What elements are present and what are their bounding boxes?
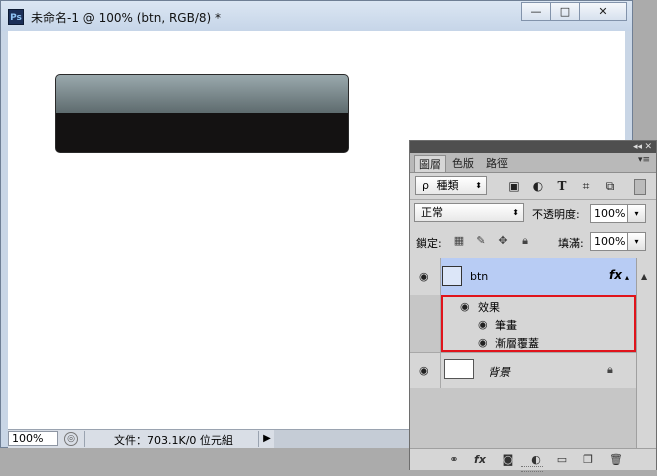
scroll-up-icon[interactable]: ▲ — [641, 272, 647, 281]
link-icon[interactable]: ⚭ — [446, 452, 462, 468]
eye-icon[interactable]: ◉ — [460, 301, 473, 312]
panel-tabs: 圖層 色版 路徑 ▾≡ — [410, 153, 656, 173]
layer-row-background[interactable]: ◉ 背景 🔒︎ — [410, 352, 636, 388]
layers-panel: ◂◂ ✕ 圖層 色版 路徑 ▾≡ ρ 種類 ⬍ ▣ ◐ T ⌗ ⧉ 正常 ⬍ 不… — [409, 140, 657, 472]
maximize-icon: □ — [559, 5, 571, 18]
fill-value: 100% — [594, 235, 626, 248]
chevron-updown-icon: ⬍ — [512, 208, 519, 217]
minimize-button[interactable]: — — [521, 2, 551, 21]
lock-all-icon[interactable]: 🔒︎ — [518, 234, 532, 248]
eye-icon[interactable]: ◉ — [419, 365, 432, 376]
new-layer-icon[interactable]: ❐ — [580, 452, 596, 468]
lock-label: 鎖定: — [416, 237, 442, 250]
photoshop-logo-icon: Ps — [8, 9, 24, 25]
lock-position-icon[interactable]: ✥ — [496, 234, 510, 248]
layers-list: ◉ btn fx ▴ ◉ 效果 ◉ 筆畫 ◉ 漸層覆蓋 ◉ 背景 🔒︎ — [410, 258, 636, 448]
filter-kind-value: 種類 — [436, 179, 459, 192]
opacity-label: 不透明度: — [532, 208, 580, 221]
layer-name-btn[interactable]: btn — [470, 270, 488, 283]
layer-effects-group: ◉ 效果 ◉ 筆畫 ◉ 漸層覆蓋 — [410, 295, 636, 352]
maximize-button[interactable]: □ — [550, 2, 580, 21]
minimize-icon: — — [530, 5, 542, 18]
button-shape-top — [56, 75, 348, 113]
type-filter-icon[interactable]: T — [554, 178, 570, 194]
chevron-updown-icon: ⬍ — [475, 181, 482, 190]
opacity-value: 100% — [594, 207, 626, 220]
resize-grip[interactable] — [521, 466, 543, 472]
close-panel-icon[interactable]: ✕ — [644, 141, 652, 153]
layer-name-background[interactable]: 背景 — [488, 364, 510, 380]
shape-layer-thumbnail-icon — [442, 266, 462, 286]
document-title: 未命名-1 @ 100% (btn, RGB/8) * — [31, 11, 221, 25]
panel-title-bar[interactable]: ◂◂ ✕ — [410, 141, 656, 153]
layers-scrollbar[interactable]: ▲ — [636, 258, 656, 448]
background-layer-thumbnail — [444, 359, 474, 379]
opacity-dropdown-icon[interactable]: ▾ — [627, 205, 645, 222]
layer-row-btn[interactable]: ◉ btn fx ▴ — [410, 258, 636, 295]
button-shape-graphic — [55, 74, 349, 153]
zoom-level-field[interactable]: 100% — [8, 431, 58, 446]
button-shape-bottom — [56, 113, 348, 152]
blend-mode-select[interactable]: 正常 ⬍ — [414, 203, 524, 222]
fill-input[interactable]: 100% ▾ — [590, 232, 646, 251]
document-titlebar[interactable]: Ps 未命名-1 @ 100% (btn, RGB/8) * — □ ✕ — [1, 1, 632, 31]
eye-icon[interactable]: ◉ — [478, 319, 491, 330]
collapse-panel-icon[interactable]: ◂◂ — [633, 141, 642, 153]
layer-effects-icon[interactable]: fx — [609, 268, 622, 282]
lock-icon: 🔒︎ — [607, 363, 613, 376]
lock-transparent-pixels-icon[interactable]: ▦ — [452, 234, 466, 248]
fill-dropdown-icon[interactable]: ▾ — [627, 233, 645, 250]
document-size-info: 文件：703.1K/0 位元組 — [114, 434, 233, 447]
search-icon: ρ — [422, 179, 429, 192]
image-filter-icon[interactable]: ▣ — [506, 178, 522, 194]
blend-mode-value: 正常 — [421, 206, 443, 219]
effects-header[interactable]: 效果 — [478, 299, 500, 315]
tab-layers[interactable]: 圖層 — [414, 155, 446, 172]
layer-filter-select[interactable]: ρ 種類 ⬍ — [415, 176, 487, 195]
effect-gradient-overlay[interactable]: 漸層覆蓋 — [495, 335, 539, 351]
effect-stroke[interactable]: 筆畫 — [495, 317, 517, 333]
tab-paths[interactable]: 路徑 — [482, 155, 512, 172]
opacity-input[interactable]: 100% ▾ — [590, 204, 646, 223]
expand-effects-icon[interactable]: ▴ — [625, 273, 629, 282]
tab-channels[interactable]: 色版 — [448, 155, 478, 172]
eye-icon[interactable]: ◉ — [478, 337, 491, 348]
lock-image-pixels-icon[interactable]: ✎ — [474, 234, 488, 248]
folder-icon[interactable]: ▭ — [554, 452, 570, 468]
trash-icon[interactable]: 🗑︎ — [608, 452, 624, 468]
mask-icon[interactable]: ◙ — [500, 452, 516, 468]
close-icon: ✕ — [598, 5, 608, 18]
eye-icon[interactable]: ◉ — [419, 271, 432, 282]
panel-menu-icon[interactable]: ▾≡ — [638, 155, 650, 165]
shape-filter-icon[interactable]: ⌗ — [578, 178, 594, 194]
fill-label: 填滿: — [558, 237, 584, 250]
fx-icon[interactable]: fx — [472, 452, 488, 468]
status-menu-arrow-icon[interactable]: ▶ — [258, 431, 275, 447]
adjustment-filter-icon[interactable]: ◐ — [530, 178, 546, 194]
status-info-icon[interactable]: ◎ — [64, 432, 78, 446]
filter-toggle-switch[interactable] — [634, 179, 646, 195]
smart-object-filter-icon[interactable]: ⧉ — [602, 178, 618, 194]
close-button[interactable]: ✕ — [579, 2, 627, 21]
